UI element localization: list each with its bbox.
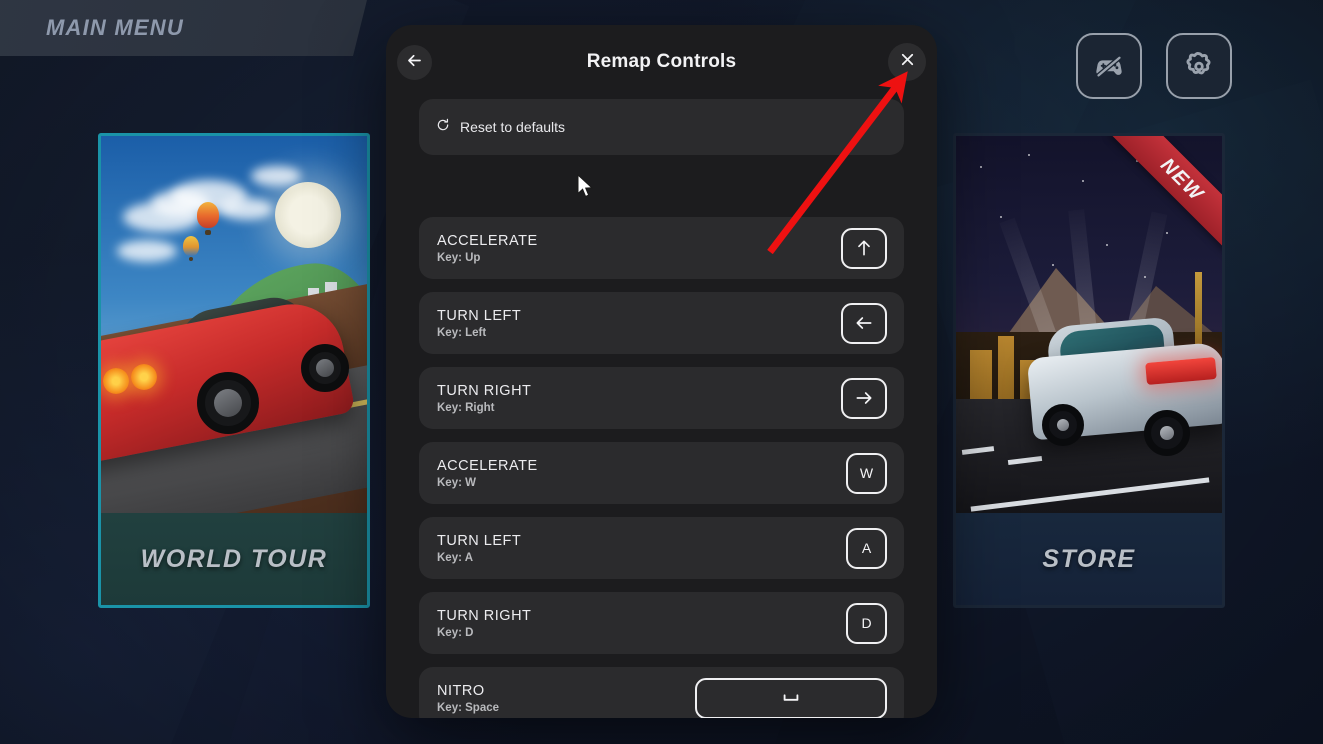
binding-texts: TURN LEFT Key: A bbox=[437, 533, 521, 564]
binding-row[interactable]: ACCELERATE Key: Up bbox=[419, 217, 904, 279]
binding-key-label: Key: Left bbox=[437, 326, 487, 339]
binding-row[interactable]: TURN LEFT Key: A A bbox=[419, 517, 904, 579]
sun bbox=[275, 182, 341, 248]
key-cap-button[interactable] bbox=[841, 377, 887, 419]
dialog-body: Reset to defaults ACCELERATE Key: Up TUR… bbox=[386, 99, 937, 718]
arrow-up-icon bbox=[854, 238, 874, 258]
binding-action-label: TURN LEFT bbox=[437, 307, 522, 324]
card-world-tour-title: WORLD TOUR bbox=[101, 513, 367, 605]
binding-key-label: Key: A bbox=[437, 551, 473, 564]
reset-icon bbox=[436, 118, 450, 137]
spacebar-icon bbox=[780, 687, 802, 709]
binding-texts: NITRO Key: Space bbox=[437, 683, 499, 714]
game-main-menu-screen: MAIN MENU WORLD TOUR NEW STORE Remap Con… bbox=[0, 0, 1323, 744]
key-cap-button[interactable]: W bbox=[846, 452, 887, 494]
star bbox=[980, 166, 982, 168]
card-store-title: STORE bbox=[956, 513, 1222, 605]
binding-row[interactable]: NITRO Key: Space bbox=[419, 667, 904, 718]
binding-row[interactable]: TURN LEFT Key: Left bbox=[419, 292, 904, 354]
binding-texts: TURN RIGHT Key: D bbox=[437, 608, 531, 639]
binding-row[interactable]: TURN RIGHT Key: D D bbox=[419, 592, 904, 654]
main-menu-title: MAIN MENU bbox=[46, 15, 184, 40]
arrow-left-icon bbox=[405, 51, 424, 75]
key-cap-button[interactable] bbox=[695, 677, 887, 718]
key-cap-button[interactable] bbox=[841, 227, 887, 269]
star bbox=[1052, 264, 1054, 266]
card-store[interactable]: NEW STORE bbox=[953, 133, 1225, 608]
binding-texts: TURN RIGHT Key: Right bbox=[437, 383, 531, 414]
hot-air-balloon bbox=[197, 202, 219, 236]
cloud bbox=[251, 166, 301, 186]
binding-key-label: Key: Space bbox=[437, 701, 500, 714]
wheel bbox=[1144, 410, 1190, 456]
binding-key-label: Key: Up bbox=[437, 251, 481, 264]
close-icon bbox=[898, 50, 917, 74]
arrow-right-icon bbox=[854, 388, 874, 408]
close-button[interactable] bbox=[888, 43, 926, 81]
cloud bbox=[117, 240, 177, 262]
dialog-header: Remap Controls bbox=[386, 25, 937, 99]
tail-light bbox=[131, 364, 157, 390]
back-button[interactable] bbox=[397, 45, 432, 80]
key-cap-button[interactable] bbox=[841, 302, 887, 344]
dialog-title: Remap Controls bbox=[586, 51, 737, 72]
binding-action-label: ACCELERATE bbox=[437, 457, 538, 474]
gamepad-disconnected-icon bbox=[1092, 49, 1126, 83]
binding-row[interactable]: ACCELERATE Key: W W bbox=[419, 442, 904, 504]
binding-key-label: Key: W bbox=[437, 476, 476, 489]
key-cap-button[interactable]: A bbox=[846, 527, 887, 569]
binding-texts: ACCELERATE Key: Up bbox=[437, 233, 538, 264]
key-cap-button[interactable]: D bbox=[846, 602, 887, 644]
binding-action-label: NITRO bbox=[437, 682, 485, 699]
top-icon-bar bbox=[1076, 33, 1232, 99]
reset-to-defaults-button[interactable]: Reset to defaults bbox=[419, 99, 904, 155]
star bbox=[1082, 180, 1084, 182]
gear-icon bbox=[1181, 48, 1217, 84]
binding-action-label: TURN RIGHT bbox=[437, 607, 532, 624]
star bbox=[1106, 244, 1108, 246]
wheel bbox=[197, 372, 259, 434]
arrow-left-icon bbox=[854, 313, 874, 333]
star bbox=[1028, 154, 1030, 156]
binding-action-label: TURN RIGHT bbox=[437, 382, 532, 399]
card-world-tour-art bbox=[101, 136, 367, 519]
wheel bbox=[1042, 404, 1084, 446]
remap-controls-dialog: Remap Controls Reset to defaults ACCELER… bbox=[386, 25, 937, 718]
hot-air-balloon bbox=[183, 236, 199, 262]
reset-to-defaults-label: Reset to defaults bbox=[460, 119, 566, 135]
star bbox=[1166, 232, 1168, 234]
binding-action-label: ACCELERATE bbox=[437, 232, 538, 249]
binding-texts: TURN LEFT Key: Left bbox=[437, 308, 521, 339]
binding-row[interactable]: TURN RIGHT Key: Right bbox=[419, 367, 904, 429]
wheel bbox=[301, 344, 349, 392]
gamepad-disconnected-button[interactable] bbox=[1076, 33, 1142, 99]
settings-button[interactable] bbox=[1166, 33, 1232, 99]
binding-key-label: Key: D bbox=[437, 626, 474, 639]
binding-action-label: TURN LEFT bbox=[437, 532, 522, 549]
binding-texts: ACCELERATE Key: W bbox=[437, 458, 538, 489]
star bbox=[1000, 216, 1002, 218]
binding-key-label: Key: Right bbox=[437, 401, 495, 414]
cloud bbox=[219, 198, 273, 220]
card-world-tour[interactable]: WORLD TOUR bbox=[98, 133, 370, 608]
tail-light bbox=[103, 368, 129, 394]
